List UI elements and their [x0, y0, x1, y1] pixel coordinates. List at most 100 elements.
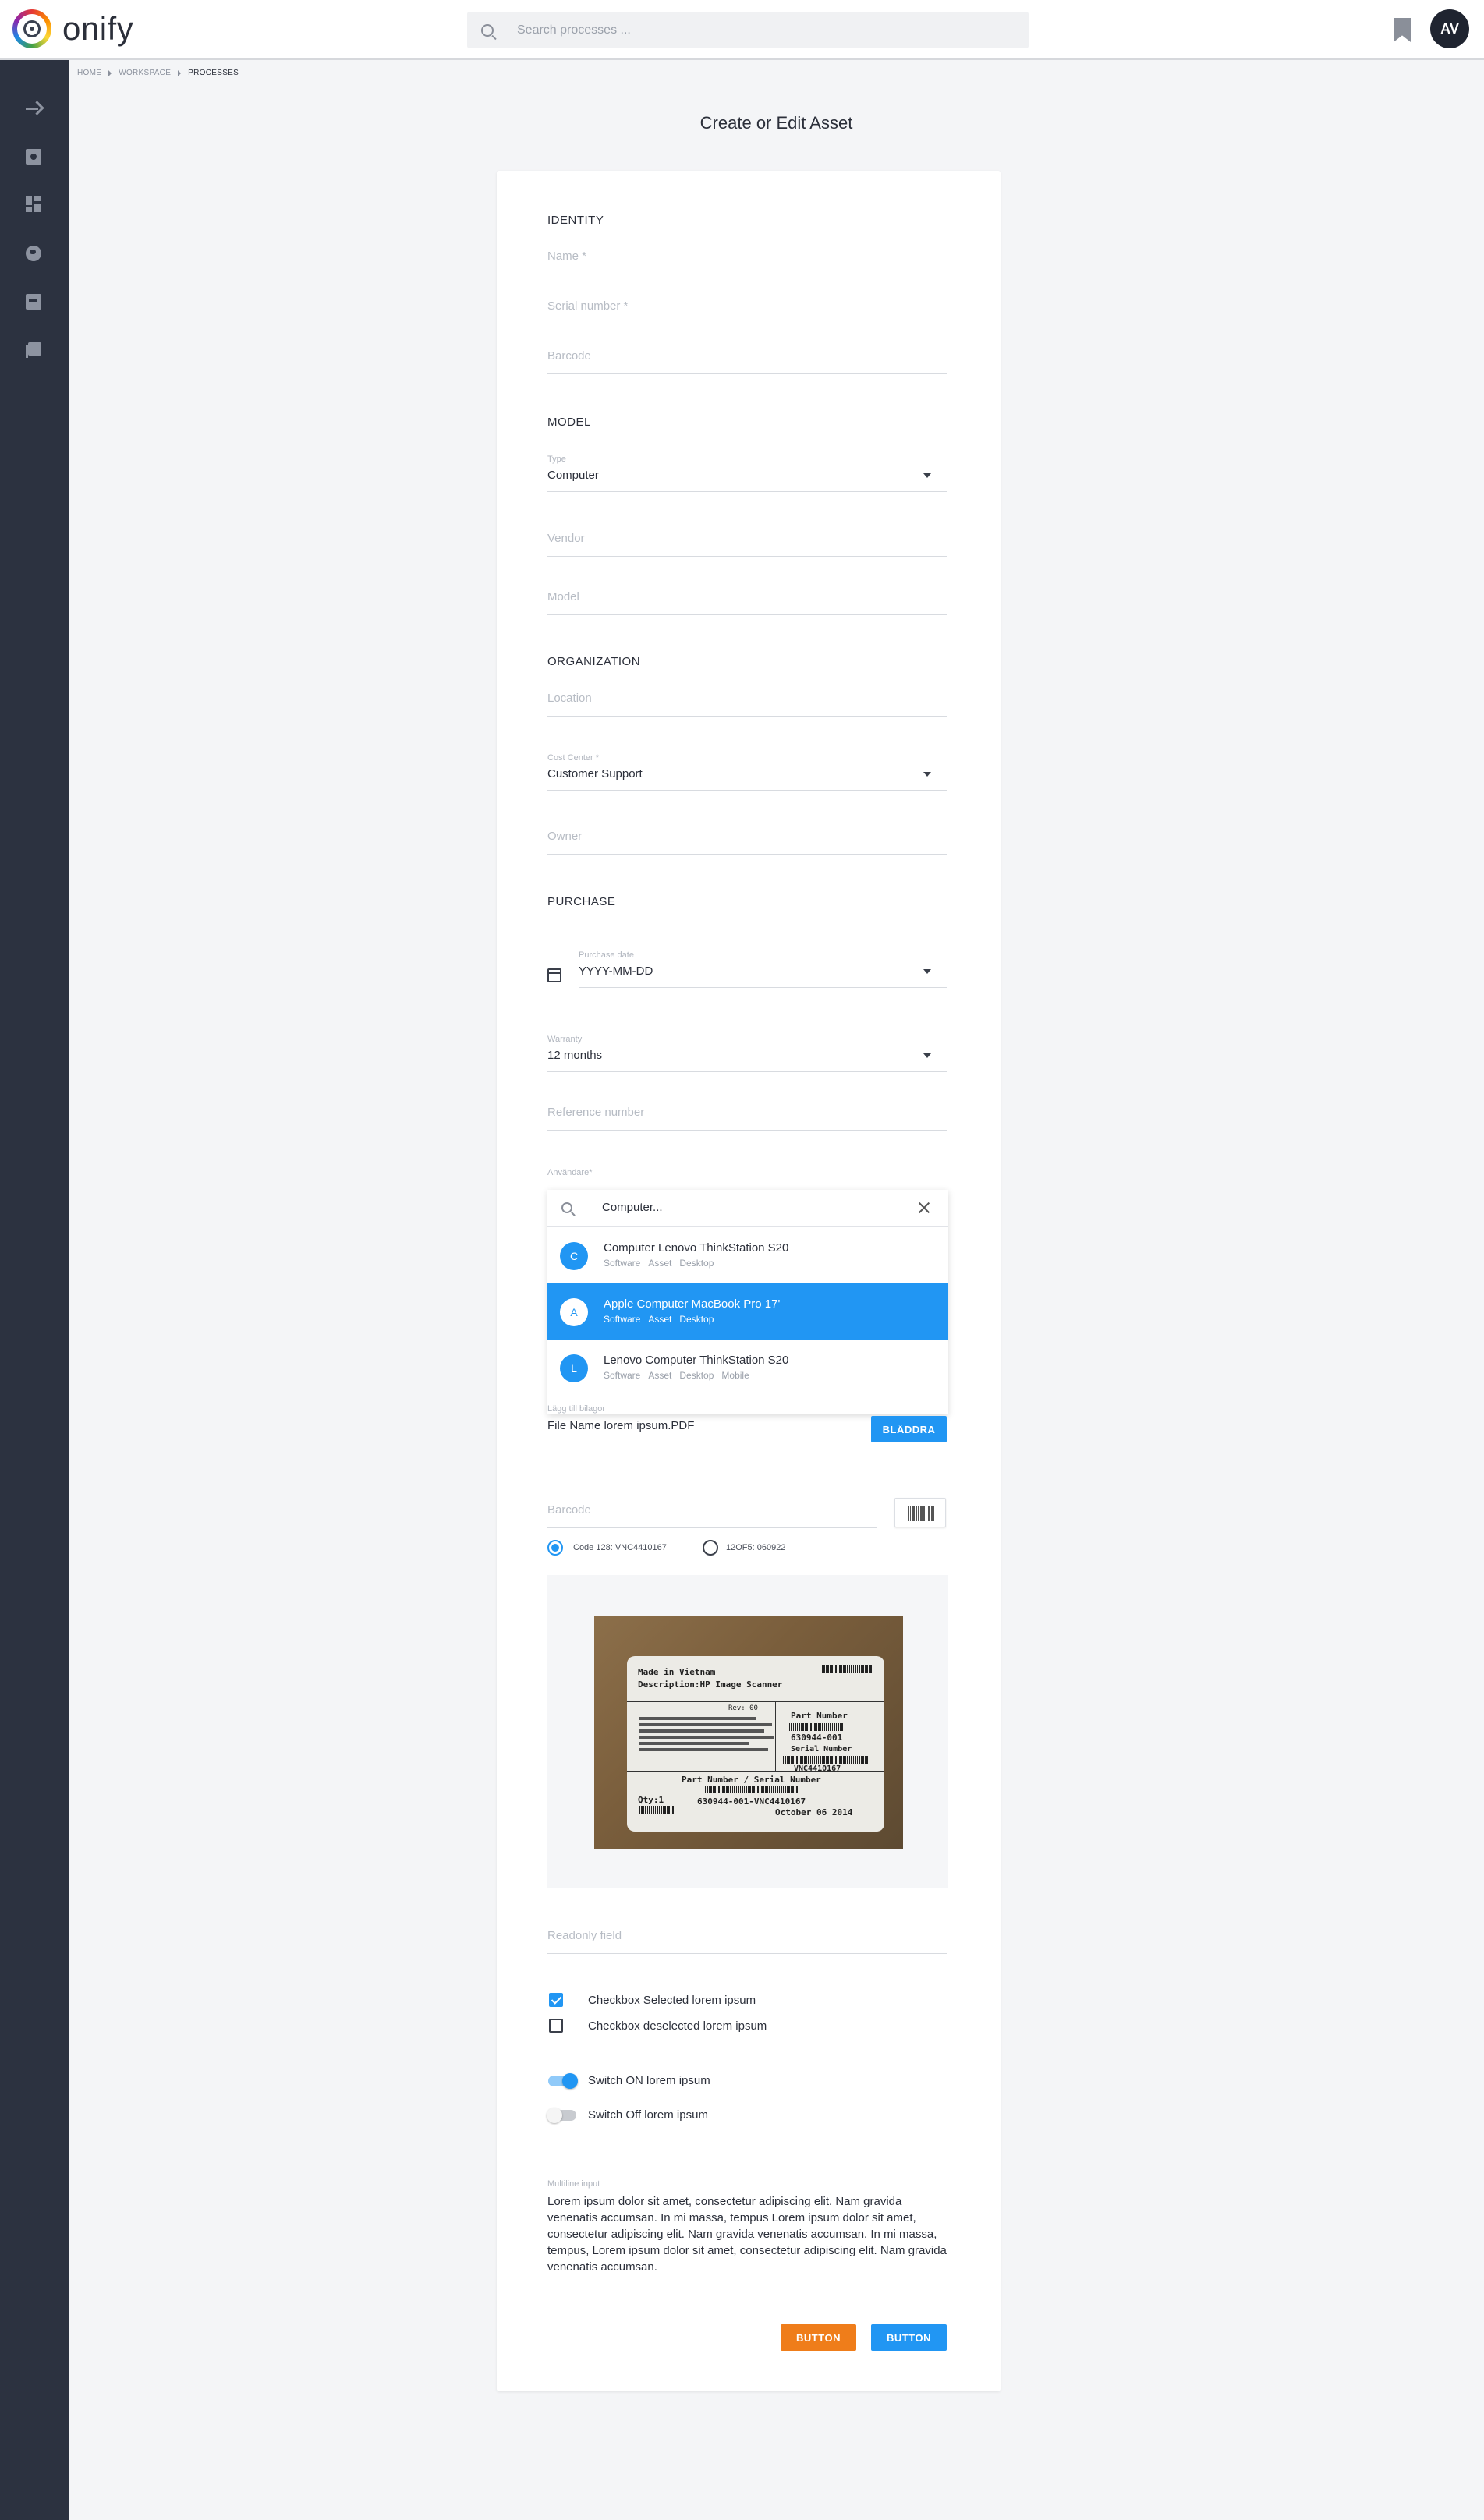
type-label: Type [547, 455, 566, 464]
dropdown-arrow-icon [923, 473, 931, 478]
dropdown-arrow-icon [923, 1053, 931, 1058]
breadcrumb-home[interactable]: HOME [77, 69, 101, 77]
asset-form: IDENTITY Name * Serial number * Barcode … [497, 171, 1001, 2391]
option-title: Apple Computer MacBook Pro 17' [604, 1297, 781, 1311]
switch-on-label: Switch ON lorem ipsum [588, 2074, 710, 2087]
dashboard-icon[interactable] [26, 196, 41, 212]
option-avatar: A [560, 1298, 588, 1326]
owner-placeholder: Owner [547, 830, 583, 843]
image-preview: Made in Vietnam Description:HP Image Sca… [547, 1575, 948, 1888]
autocomplete-option[interactable]: L Lenovo Computer ThinkStation S20 Softw… [547, 1340, 948, 1396]
checkbox-deselected-label: Checkbox deselected lorem ipsum [588, 2019, 767, 2033]
breadcrumb-processes: PROCESSES [188, 69, 239, 77]
option-title: Computer Lenovo ThinkStation S20 [604, 1241, 789, 1255]
product-label-photo: Made in Vietnam Description:HP Image Sca… [594, 1616, 903, 1849]
folder-icon[interactable] [26, 294, 41, 310]
breadcrumb-workspace[interactable]: WORKSPACE [119, 69, 171, 77]
reference-number-placeholder: Reference number [547, 1106, 645, 1119]
model-field[interactable]: Model [547, 590, 947, 615]
readonly-field: Readonly field [547, 1929, 947, 1954]
calendar-icon[interactable] [547, 968, 561, 982]
file-name-field: File Name lorem ipsum.PDF [547, 1419, 852, 1442]
search-input[interactable] [517, 23, 985, 37]
barcode-placeholder: Barcode [547, 349, 591, 363]
arrow-right-icon[interactable] [26, 101, 41, 116]
checkbox-selected[interactable] [549, 1993, 563, 2007]
search-bar[interactable] [467, 12, 1029, 48]
readonly-placeholder: Readonly field [547, 1929, 622, 1942]
cost-center-select[interactable]: Customer Support [547, 767, 947, 791]
purchase-date-field[interactable]: YYYY-MM-DD [579, 964, 947, 988]
location-placeholder: Location [547, 692, 592, 705]
switch-off-label: Switch Off lorem ipsum [588, 2108, 708, 2122]
library-icon[interactable] [26, 342, 41, 358]
multiline-input[interactable]: Lorem ipsum dolor sit amet, consectetur … [547, 2193, 947, 2292]
barcode-field[interactable]: Barcode [547, 349, 947, 374]
secondary-button[interactable]: BUTTON [781, 2324, 856, 2351]
section-heading-model: MODEL [547, 416, 591, 429]
barcode-input-field[interactable]: Barcode [547, 1503, 877, 1528]
radio-12of5-label: 12OF5: 060922 [726, 1543, 786, 1552]
purchase-date-value: YYYY-MM-DD [579, 964, 653, 978]
product-label: Made in Vietnam Description:HP Image Sca… [627, 1656, 884, 1832]
option-tags: Software Asset Desktop [604, 1314, 714, 1325]
radio-code128[interactable] [547, 1540, 563, 1556]
warranty-select[interactable]: 12 months [547, 1049, 947, 1072]
page-title: Create or Edit Asset [699, 113, 853, 133]
browse-button[interactable]: BLÄDDRA [871, 1416, 947, 1442]
bookmark-icon[interactable] [1394, 18, 1411, 42]
option-tags: Software Asset Desktop [604, 1258, 714, 1269]
checkbox-deselected[interactable] [549, 2019, 563, 2033]
type-value: Computer [547, 469, 599, 482]
option-tags: Software Asset Desktop Mobile [604, 1370, 749, 1381]
type-select[interactable]: Computer [547, 469, 947, 492]
owner-field[interactable]: Owner [547, 830, 947, 855]
name-field[interactable]: Name * [547, 250, 947, 274]
purchase-date-label: Purchase date [579, 950, 634, 960]
section-heading-purchase: PURCHASE [547, 895, 616, 908]
checkbox-selected-label: Checkbox Selected lorem ipsum [588, 1994, 756, 2007]
barcode-input-placeholder: Barcode [547, 1503, 591, 1517]
autocomplete-search[interactable]: Computer... [547, 1190, 948, 1227]
close-icon[interactable] [917, 1201, 931, 1215]
radio-code128-label: Code 128: VNC4410167 [573, 1543, 667, 1552]
avatar[interactable]: AV [1430, 9, 1469, 48]
option-avatar: C [560, 1242, 588, 1270]
switch-off[interactable] [547, 2108, 576, 2123]
vendor-placeholder: Vendor [547, 532, 585, 545]
warranty-label: Warranty [547, 1035, 583, 1044]
barcode-scan-button[interactable] [894, 1498, 946, 1527]
user-autocomplete: Computer... C Computer Lenovo ThinkStati… [547, 1190, 948, 1414]
vendor-field[interactable]: Vendor [547, 532, 947, 557]
document-icon[interactable] [26, 149, 41, 165]
logo[interactable]: onify [12, 9, 133, 48]
switch-on[interactable] [548, 2073, 578, 2089]
serial-number-field[interactable]: Serial number * [547, 299, 947, 324]
primary-button[interactable]: BUTTON [871, 2324, 947, 2351]
warranty-value: 12 months [547, 1049, 603, 1062]
location-field[interactable]: Location [547, 692, 947, 717]
serial-number-placeholder: Serial number * [547, 299, 629, 313]
model-placeholder: Model [547, 590, 579, 603]
chevron-right-icon [178, 69, 182, 76]
onify-logo-icon [12, 9, 51, 48]
search-icon [561, 1202, 572, 1213]
top-bar: onify AV [0, 0, 1484, 60]
globe-icon[interactable] [26, 246, 41, 261]
autocomplete-input[interactable]: Computer... [602, 1201, 664, 1214]
sidebar [0, 60, 69, 2520]
chevron-right-icon [108, 69, 112, 76]
attachment-label: Lägg till bilagor [547, 1404, 605, 1414]
radio-12of5[interactable] [703, 1540, 718, 1556]
user-label: Användare* [547, 1168, 593, 1177]
autocomplete-option[interactable]: C Computer Lenovo ThinkStation S20 Softw… [547, 1227, 948, 1283]
option-title: Lenovo Computer ThinkStation S20 [604, 1354, 789, 1367]
dropdown-arrow-icon [923, 772, 931, 777]
section-heading-identity: IDENTITY [547, 214, 604, 227]
file-name-value: File Name lorem ipsum.PDF [547, 1419, 695, 1432]
name-placeholder: Name * [547, 250, 587, 263]
option-avatar: L [560, 1354, 588, 1382]
reference-number-field[interactable]: Reference number [547, 1106, 947, 1131]
autocomplete-option-selected[interactable]: A Apple Computer MacBook Pro 17' Softwar… [547, 1283, 948, 1340]
search-icon [481, 23, 494, 37]
